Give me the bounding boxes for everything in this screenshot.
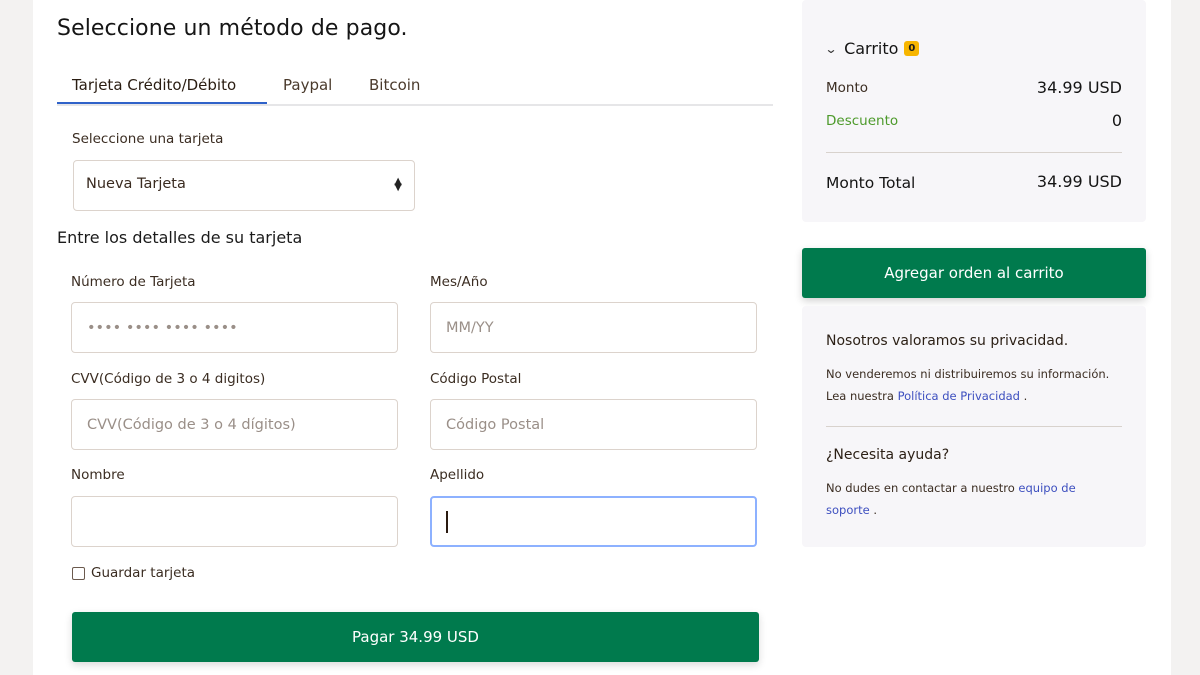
sort-arrows-icon: ▲ ▼ (394, 176, 402, 193)
payment-method-tabs: Tarjeta Crédito/Débito Paypal Bitcoin (57, 74, 773, 106)
pay-button[interactable]: Pagar 34.99 USD (72, 612, 759, 662)
total-label: Monto Total (826, 174, 916, 192)
cart-title: Carrito (844, 39, 899, 58)
add-order-to-cart-button[interactable]: Agregar orden al carrito (802, 248, 1146, 298)
tab-paypal[interactable]: Paypal (283, 76, 332, 106)
amount-value: 34.99 USD (1036, 78, 1122, 97)
text-caret (446, 511, 448, 533)
chevron-down-icon: ⌄ (824, 41, 838, 56)
info-divider (826, 426, 1122, 427)
info-panel: Nosotros valoramos su privacidad. No ven… (802, 306, 1146, 547)
active-tab-indicator (57, 102, 267, 104)
first-name-input[interactable] (71, 496, 398, 547)
last-name-input[interactable] (430, 496, 757, 547)
checkout-page: Seleccione un método de pago. Tarjeta Cr… (33, 0, 1171, 675)
card-number-input[interactable] (71, 302, 398, 353)
help-statement: No dudes en contactar a nuestro (826, 481, 1015, 495)
support-link-part2: soporte (826, 503, 870, 517)
card-select-value: Nueva Tarjeta (86, 176, 186, 192)
card-number-label: Número de Tarjeta (71, 274, 196, 290)
discount-label: Descuento (826, 113, 899, 129)
cart-summary: ⌄ Carrito 0 Monto 34.99 USD Descuento 0 … (802, 0, 1146, 222)
postal-code-input[interactable] (430, 399, 757, 450)
amount-label: Monto (826, 80, 869, 96)
expiry-label: Mes/Año (430, 274, 488, 290)
last-name-label: Apellido (430, 467, 485, 483)
tab-bitcoin[interactable]: Bitcoin (369, 76, 420, 106)
save-card-checkbox-row[interactable]: Guardar tarjeta (72, 565, 195, 581)
privacy-text: No venderemos ni distribuiremos su infor… (826, 363, 1126, 407)
total-value: 34.99 USD (1036, 172, 1122, 191)
save-card-checkbox[interactable] (72, 566, 85, 580)
postal-code-label: Código Postal (430, 371, 522, 387)
privacy-policy-link[interactable]: Política de Privacidad (898, 389, 1020, 403)
privacy-read-prefix: Lea nuestra (826, 389, 894, 403)
card-select-label: Seleccione una tarjeta (72, 131, 224, 147)
card-select[interactable]: Nueva Tarjeta ▲ ▼ (73, 160, 415, 211)
cvv-label: CVV(Código de 3 o 4 digitos) (71, 371, 266, 387)
help-suffix: . (873, 503, 877, 517)
cart-toggle[interactable]: ⌄ Carrito 0 (824, 39, 920, 58)
first-name-label: Nombre (71, 467, 125, 483)
privacy-title: Nosotros valoramos su privacidad. (826, 333, 1069, 349)
support-link-part1: equipo de (1018, 481, 1076, 495)
save-card-label: Guardar tarjeta (91, 565, 196, 581)
help-text: No dudes en contactar a nuestro equipo d… (826, 477, 1126, 521)
cart-count-badge: 0 (904, 41, 920, 56)
card-details-title: Entre los detalles de su tarjeta (57, 228, 303, 247)
privacy-suffix: . (1023, 389, 1028, 403)
cart-divider (826, 152, 1122, 153)
privacy-statement: No venderemos ni distribuiremos su infor… (826, 367, 1110, 381)
help-title: ¿Necesita ayuda? (826, 447, 950, 463)
cvv-input[interactable] (71, 399, 398, 450)
expiry-input[interactable] (430, 302, 757, 353)
discount-value: 0 (1111, 111, 1122, 130)
page-title: Seleccione un método de pago. (57, 16, 408, 41)
